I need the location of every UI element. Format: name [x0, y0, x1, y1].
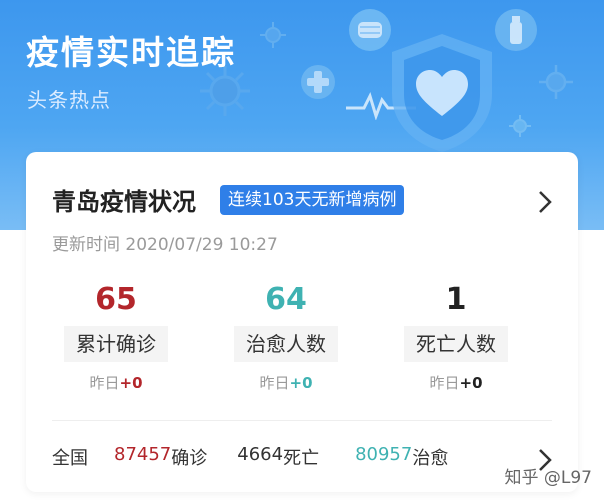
- stat-label: 治愈人数: [234, 326, 338, 362]
- national-cured-value: 80957: [355, 444, 413, 465]
- stat-diff-prefix: 昨日: [259, 374, 290, 392]
- stat-diff-prefix: 昨日: [429, 374, 460, 392]
- stat-diff-prefix: 昨日: [89, 374, 120, 392]
- stat-value: 65: [95, 282, 137, 317]
- stat-label: 死亡人数: [404, 326, 508, 362]
- national-confirmed-label: 确诊: [171, 448, 208, 469]
- watermark: 知乎 @L97: [504, 468, 592, 488]
- national-deaths-value: 4664: [237, 444, 284, 465]
- virus-icon: [539, 65, 573, 99]
- stat-diff-value: +0: [459, 374, 483, 392]
- stat-value: 1: [445, 282, 467, 317]
- spray-bottle-icon: [495, 9, 537, 51]
- city-status-card[interactable]: 青岛疫情状况 连续103天无新增病例 更新时间 2020/07/29 10:27…: [26, 152, 578, 492]
- virus-icon: [260, 22, 286, 48]
- stat-label: 累计确诊: [64, 326, 168, 362]
- shield-heart-icon: [392, 34, 492, 152]
- national-summary[interactable]: 全国 87457 确诊 4664 死亡 80957 治愈: [52, 444, 448, 470]
- status-badge: 连续103天无新增病例: [220, 185, 405, 215]
- stat-diff: 昨日+0: [206, 372, 366, 393]
- stat-confirmed: 65 累计确诊 昨日+0: [36, 280, 196, 393]
- stat-diff: 昨日+0: [376, 372, 536, 393]
- national-confirmed-value: 87457: [114, 444, 172, 465]
- stat-diff: 昨日+0: [36, 372, 196, 393]
- virus-icon: [509, 115, 531, 137]
- stat-diff-value: +0: [289, 374, 313, 392]
- national-cured-label: 治愈: [412, 448, 449, 469]
- page-title: 疫情实时追踪: [26, 33, 236, 72]
- divider: [52, 420, 552, 421]
- city-title: 青岛疫情状况: [52, 188, 196, 216]
- stat-cured: 64 治愈人数 昨日+0: [206, 280, 366, 393]
- chevron-right-icon[interactable]: [538, 190, 552, 214]
- stat-value: 64: [265, 282, 307, 317]
- update-timestamp: 更新时间 2020/07/29 10:27: [52, 235, 278, 255]
- national-label: 全国: [52, 448, 88, 469]
- medical-cross-icon: [301, 65, 335, 99]
- page-subtitle: 头条热点: [27, 88, 111, 112]
- stat-diff-value: +0: [119, 374, 143, 392]
- stat-deaths: 1 死亡人数 昨日+0: [376, 280, 536, 393]
- national-deaths-label: 死亡: [283, 448, 320, 469]
